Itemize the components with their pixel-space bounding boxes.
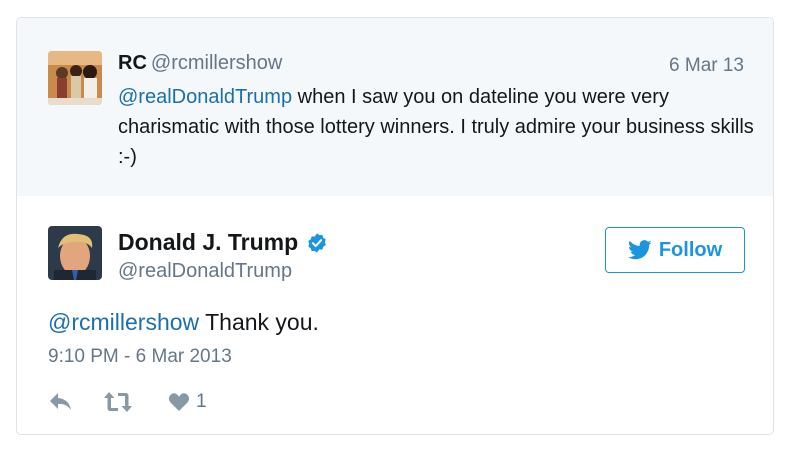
- main-body-text: Thank you.: [199, 309, 319, 335]
- parent-tweet-text: @realDonaldTrump when I saw you on datel…: [118, 82, 758, 172]
- like-button[interactable]: 1: [168, 389, 207, 415]
- follow-button[interactable]: Follow: [605, 227, 745, 273]
- parent-author[interactable]: RC @rcmillershow: [118, 52, 282, 75]
- follow-button-label: Follow: [658, 238, 723, 261]
- parent-mention-link[interactable]: @realDonaldTrump: [118, 86, 292, 108]
- verified-badge-icon: [306, 232, 328, 254]
- twitter-bird-icon: [627, 240, 652, 260]
- tweet-timestamp[interactable]: 9:10 PM - 6 Mar 2013: [48, 346, 232, 368]
- parent-avatar[interactable]: [48, 51, 102, 105]
- parent-date[interactable]: 6 Mar 13: [669, 55, 744, 77]
- main-author[interactable]: Donald J. Trump: [118, 229, 328, 256]
- main-author-name[interactable]: Donald J. Trump: [118, 229, 298, 256]
- main-mention-link[interactable]: @rcmillershow: [48, 309, 199, 335]
- reply-icon: [48, 391, 74, 413]
- main-author-handle[interactable]: @realDonaldTrump: [118, 260, 292, 283]
- reply-button[interactable]: [48, 389, 74, 415]
- like-count: 1: [196, 391, 207, 412]
- main-avatar[interactable]: [48, 226, 102, 280]
- parent-author-handle[interactable]: @rcmillershow: [151, 52, 282, 74]
- embedded-tweet-card: RC @rcmillershow 6 Mar 13 @realDonaldTrum…: [16, 17, 774, 435]
- retweet-icon: [103, 391, 133, 413]
- main-tweet-text: @rcmillershow Thank you.: [48, 309, 319, 336]
- parent-tweet[interactable]: RC @rcmillershow 6 Mar 13 @realDonaldTrum…: [17, 18, 773, 196]
- retweet-button[interactable]: [103, 389, 133, 415]
- parent-author-name[interactable]: RC: [118, 52, 147, 74]
- heart-icon: [168, 392, 190, 412]
